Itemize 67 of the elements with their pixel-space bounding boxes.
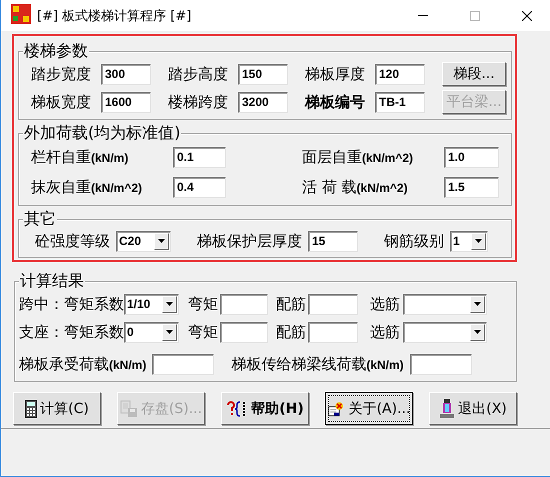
group-title: 其它 <box>24 209 56 228</box>
field-label: 跨中：弯矩系数 <box>19 294 124 314</box>
field-label: 选筋 <box>370 322 400 342</box>
field-label: 弯矩 <box>188 322 218 342</box>
field-label: 踏步宽度 <box>31 64 92 84</box>
field-label: 支座：弯矩系数 <box>19 322 124 342</box>
field-label: 活 荷 载(kN/m^2) <box>302 178 409 196</box>
input-field[interactable]: 300 <box>101 64 151 84</box>
field-label: 栏杆自重(kN/m) <box>31 148 130 166</box>
field-label: 梯板编号 <box>305 92 366 112</box>
input-field[interactable]: 120 <box>375 64 425 84</box>
input-field[interactable]: TB-1 <box>375 92 425 112</box>
caret-icon <box>475 239 482 243</box>
close-icon[interactable] <box>522 10 532 20</box>
group-title: 楼梯参数 <box>24 41 88 60</box>
input-field[interactable]: 1.0 <box>444 146 499 168</box>
group-title: 外加荷载(均为标准值) <box>24 123 180 142</box>
field-label: 弯矩 <box>188 294 218 314</box>
caret-icon <box>158 239 165 243</box>
field-label: 钢筋级别 <box>384 232 444 250</box>
input-field[interactable]: 1600 <box>101 92 151 112</box>
input-field[interactable] <box>220 322 268 342</box>
field-label: 配筋 <box>276 294 306 314</box>
field-label: 楼梯跨度 <box>168 92 229 112</box>
exit-button[interactable]: 退出(X) <box>429 392 517 425</box>
field-label: 面层自重(kN/m^2) <box>302 148 414 166</box>
input-field[interactable]: 150 <box>238 64 288 84</box>
certificate-icon <box>328 400 346 416</box>
field-label: 梯板传给梯梁线荷载(kN/m) <box>231 354 404 374</box>
push-button[interactable]: 梯段... <box>442 62 506 86</box>
input-field[interactable] <box>152 354 214 374</box>
group-title: 计算结果 <box>20 271 84 290</box>
dropdown[interactable]: C20 <box>116 230 171 252</box>
about-button[interactable]: 关于(A)... <box>325 392 413 425</box>
input-field[interactable]: 0.1 <box>173 146 226 168</box>
field-label: 梯板宽度 <box>31 92 92 112</box>
dropdown[interactable] <box>403 322 487 342</box>
field-label: 梯板保护层厚度 <box>197 232 302 250</box>
field-label: 梯板承受荷载(kN/m) <box>19 354 146 374</box>
input-field[interactable]: 1.5 <box>444 176 499 198</box>
input-field[interactable]: 0.4 <box>173 176 226 198</box>
window-title: [#] 板式楼梯计算程序 [#] <box>37 8 192 24</box>
dropdown[interactable] <box>403 294 487 314</box>
input-field[interactable]: 15 <box>308 230 358 252</box>
dropdown[interactable]: 1 <box>450 230 488 252</box>
caret-icon <box>474 330 481 334</box>
document-disk-icon <box>120 400 138 418</box>
input-field[interactable] <box>220 294 268 314</box>
calculator-icon <box>25 400 38 418</box>
field-label: 砼强度等级 <box>35 232 110 250</box>
input-field[interactable]: 3200 <box>238 92 288 112</box>
exit-figure-icon <box>439 398 456 418</box>
caret-icon <box>166 330 173 334</box>
field-label: 配筋 <box>276 322 306 342</box>
dropdown[interactable]: 0 <box>124 322 179 342</box>
input-field[interactable] <box>308 294 358 314</box>
caret-icon <box>474 302 481 306</box>
field-label: 选筋 <box>370 294 400 314</box>
dropdown[interactable]: 1/10 <box>124 294 179 314</box>
calculate-button[interactable]: 计算(C) <box>13 392 101 425</box>
field-label: 抹灰自重(kN/m^2) <box>31 178 144 196</box>
input-field[interactable] <box>410 354 472 374</box>
input-field[interactable] <box>308 322 358 342</box>
help-button[interactable]: 帮助(H) <box>221 392 309 425</box>
caret-icon <box>166 302 173 306</box>
field-label: 踏步高度 <box>168 64 229 84</box>
field-label: 梯板厚度 <box>305 64 366 84</box>
